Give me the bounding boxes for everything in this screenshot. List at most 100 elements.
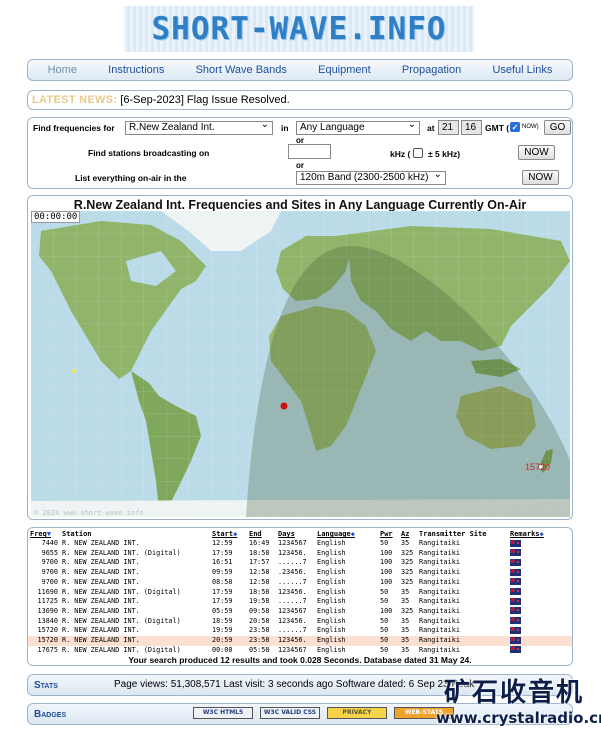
cell-language: English bbox=[317, 539, 346, 547]
cell-remarks bbox=[508, 588, 572, 598]
list-everything-label: List everything on-air in the bbox=[75, 173, 187, 183]
new-zealand-flag-icon bbox=[510, 549, 521, 557]
cell-language: English bbox=[317, 558, 346, 567]
cell-days: ......7 bbox=[278, 626, 307, 635]
map-frequency-label: 15720 bbox=[525, 462, 551, 472]
cell-remarks bbox=[508, 597, 572, 607]
cell-end: 18:58 bbox=[249, 548, 270, 557]
cell-days: ......7 bbox=[278, 577, 307, 586]
khz-label: kHz ( bbox=[390, 149, 411, 159]
cell-power: 50 bbox=[378, 636, 399, 646]
cell-azimuth: 35 bbox=[401, 616, 410, 625]
table-row[interactable]: 11690 R. NEW ZEALAND INT. (Digital) 17:59 1… bbox=[28, 588, 572, 598]
cell-end: 12:58 bbox=[249, 577, 270, 586]
cell-azimuth: 35 bbox=[401, 539, 410, 547]
badges-title: Badges bbox=[34, 709, 67, 720]
cell-days: .23456. bbox=[278, 568, 307, 577]
cell-site: Rangitaiki bbox=[419, 597, 460, 606]
world-map[interactable] bbox=[31, 211, 570, 517]
nav-short-wave-bands[interactable]: Short Wave Bands bbox=[196, 64, 287, 76]
nav-instructions[interactable]: Instructions bbox=[108, 64, 164, 76]
nav-useful-links[interactable]: Useful Links bbox=[492, 64, 552, 76]
table-row[interactable]: 15720 R. NEW ZEALAND INT. 20:59 23:58 123456… bbox=[28, 636, 572, 646]
moon-position-marker bbox=[72, 369, 76, 373]
language-select[interactable]: Any Language bbox=[296, 119, 420, 135]
cell-station: R. NEW ZEALAND INT. bbox=[62, 558, 140, 567]
frequency-input[interactable] bbox=[288, 144, 331, 159]
cell-freq: 9700 bbox=[41, 577, 58, 586]
table-row[interactable]: 15720 R. NEW ZEALAND INT. 19:59 23:58......… bbox=[28, 626, 572, 636]
new-zealand-flag-icon bbox=[510, 617, 521, 625]
new-zealand-flag-icon bbox=[510, 626, 521, 634]
cell-start: 17:59 bbox=[212, 548, 233, 557]
map-clock: 00:00:00 bbox=[31, 211, 81, 223]
results-panel: Freq▼ Station Start◆ End Days Language◆ … bbox=[27, 527, 573, 666]
col-days[interactable]: Days bbox=[276, 529, 315, 539]
watermark-title: 矿石收音机 bbox=[444, 678, 585, 708]
cell-power: 100 bbox=[380, 568, 393, 577]
station-select[interactable]: R.New Zealand Int. bbox=[125, 119, 273, 135]
watermark-url: www.crystalradio.cn bbox=[436, 709, 601, 727]
col-azimuth[interactable]: Az bbox=[399, 529, 417, 539]
table-row[interactable]: 13690 R. NEW ZEALAND INT. 05:59 09:58 123456… bbox=[28, 607, 572, 617]
cell-site: Rangitaiki bbox=[419, 568, 460, 577]
col-start[interactable]: Start◆ bbox=[210, 529, 247, 539]
cell-site: Rangitaiki bbox=[417, 636, 508, 646]
band-select[interactable]: 120m Band (2300-2500 kHz) bbox=[296, 169, 446, 185]
w3c-css-badge[interactable]: W3C VALID CSS bbox=[260, 707, 320, 719]
cell-power: 50 bbox=[380, 645, 389, 654]
col-end[interactable]: End bbox=[247, 529, 276, 539]
news-label: LATEST NEWS: bbox=[32, 94, 118, 106]
cell-start: 17:59 bbox=[212, 587, 233, 596]
cell-power: 50 bbox=[380, 626, 389, 635]
new-zealand-flag-icon bbox=[510, 558, 521, 566]
cell-station: R. NEW ZEALAND INT. bbox=[62, 626, 140, 635]
w3c-html5-badge[interactable]: W3C HTML5 bbox=[193, 707, 253, 719]
table-row[interactable]: 7440 R. NEW ZEALAND INT. 12:59 16:49 1234567… bbox=[28, 539, 572, 549]
hour-input[interactable]: 21 bbox=[438, 120, 459, 135]
table-row[interactable]: 11725 R. NEW ZEALAND INT. 17:59 19:58......… bbox=[28, 597, 572, 607]
table-row[interactable]: 9700 R. NEW ZEALAND INT. 16:51 17:57 ......7… bbox=[28, 558, 572, 568]
cell-station: R. NEW ZEALAND INT. (Digital) bbox=[62, 645, 181, 654]
cell-freq: 7440 bbox=[41, 539, 58, 547]
table-row[interactable]: 13840 R. NEW ZEALAND INT. (Digital) 18:59 2… bbox=[28, 617, 572, 627]
minute-input[interactable]: 16 bbox=[461, 120, 482, 135]
now-button-frequency[interactable]: NOW bbox=[518, 145, 555, 160]
cell-remarks bbox=[508, 636, 572, 646]
cell-days: 1234567 bbox=[278, 539, 307, 547]
cell-start: 17:59 bbox=[212, 597, 233, 606]
go-button[interactable]: GO bbox=[544, 120, 571, 135]
site-logo[interactable]: SHORT-WAVE.INFO bbox=[124, 6, 474, 52]
table-row[interactable]: 9700 R. NEW ZEALAND INT. 09:59 12:58 .23456.… bbox=[28, 568, 572, 578]
now-checkbox[interactable]: ✓ bbox=[510, 122, 520, 132]
table-row[interactable]: 9700 R. NEW ZEALAND INT. 08:58 12:58 ......7… bbox=[28, 578, 572, 588]
cell-language: English bbox=[317, 587, 346, 596]
nav-home[interactable]: Home bbox=[48, 64, 77, 76]
col-station: Station bbox=[62, 530, 92, 538]
nav-equipment[interactable]: Equipment bbox=[318, 64, 371, 76]
cell-site: Rangitaiki bbox=[419, 645, 460, 654]
cell-freq: 15720 bbox=[37, 626, 58, 635]
col-freq[interactable]: Freq▼ bbox=[28, 529, 60, 539]
cell-start: 12:59 bbox=[212, 539, 233, 547]
now-button-band[interactable]: NOW bbox=[522, 170, 559, 185]
nav-propagation[interactable]: Propagation bbox=[402, 64, 461, 76]
col-remarks[interactable]: Remarks◆ bbox=[508, 529, 572, 539]
table-row[interactable]: 17675 R. NEW ZEALAND INT. (Digital) 00:00 0… bbox=[28, 646, 572, 656]
stats-info: Page views: 51,308,571 Last visit: 3 sec… bbox=[114, 679, 475, 690]
map-created: created in 0. bbox=[511, 509, 566, 517]
col-language[interactable]: Language◆ bbox=[315, 529, 378, 539]
cell-station: R. NEW ZEALAND INT. bbox=[62, 539, 140, 547]
cell-language: English bbox=[317, 616, 346, 625]
new-zealand-flag-icon bbox=[510, 539, 521, 547]
table-row[interactable]: 9655 R. NEW ZEALAND INT. (Digital) 17:59 18… bbox=[28, 549, 572, 559]
plus-minus-5-checkbox[interactable] bbox=[413, 148, 423, 158]
cell-start: 08:58 bbox=[212, 577, 233, 586]
cell-azimuth: 35 bbox=[401, 645, 410, 654]
cell-power: 50 bbox=[380, 587, 389, 596]
cell-azimuth: 325 bbox=[401, 558, 414, 567]
col-power[interactable]: Pwr bbox=[378, 529, 399, 539]
privacy-badge[interactable]: PRIVACY bbox=[327, 707, 387, 719]
stats-title: Stats bbox=[34, 680, 58, 691]
new-zealand-flag-icon bbox=[510, 646, 521, 654]
